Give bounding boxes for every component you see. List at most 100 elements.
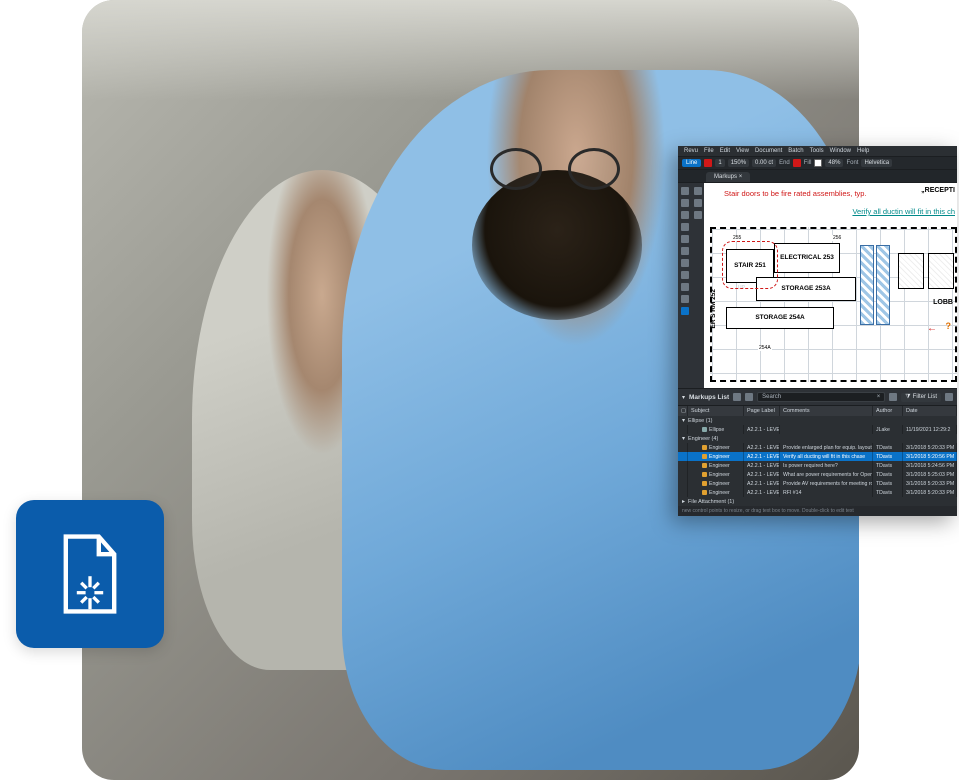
room-storage-254a: STORAGE 254A [726,307,834,329]
menu-document[interactable]: Document [755,148,782,154]
col-page[interactable]: Page Label [744,406,780,416]
menu-bar: Revu File Edit View Document Batch Tools… [678,146,957,157]
group-engineer[interactable]: ▾ Engineer (4) [678,434,957,443]
menu-view[interactable]: View [736,148,749,154]
panel-attach-icon[interactable] [733,393,741,401]
panel-export-icon[interactable] [945,393,953,401]
panel-hint-text: new control points to resize, or drag te… [678,506,957,516]
rail-studio-icon[interactable] [681,283,689,291]
dim-254a: 254A [758,345,772,351]
document-tabs: Markups × [678,170,957,183]
menu-window[interactable]: Window [830,148,851,154]
font-size[interactable]: 48% [825,159,843,167]
menu-file[interactable]: File [704,148,714,154]
group-ellipse[interactable]: ▾ Ellipse (1) [678,416,957,425]
tool-dropdown[interactable]: Line [682,159,701,167]
rail-bookmarks-icon[interactable] [681,199,689,207]
rail2-c-icon[interactable] [694,211,702,219]
line-width[interactable]: 1 [715,159,724,167]
room-label-reception: „RECEPTI [921,187,955,194]
app-window: Revu File Edit View Document Batch Tools… [678,146,957,516]
rail-links-icon[interactable] [681,271,689,279]
menu-help[interactable]: Help [857,148,869,154]
equipment-box-2 [928,253,954,289]
caret-icon: ▾ [682,435,685,442]
col-select[interactable]: ▢ [678,406,688,416]
filter-list-button[interactable]: ⧩ Filter List [901,393,941,402]
rail-thumbnails-icon[interactable] [681,187,689,195]
left-rail-secondary [692,183,704,388]
rail-markups-icon[interactable] [681,307,689,315]
engineer-icon [702,472,707,477]
menu-edit[interactable]: Edit [720,148,730,154]
end-label: End [779,160,790,166]
clear-search-icon[interactable]: × [877,394,881,400]
menu-batch[interactable]: Batch [788,148,803,154]
opacity-value[interactable]: 0.00 ct [752,159,776,167]
caret-icon: ▾ [682,417,685,424]
end-color[interactable] [793,159,801,167]
col-comments[interactable]: Comments [780,406,873,416]
group-file-attachment[interactable]: ▸ File Attachment (1) [678,497,957,506]
panel-columns-icon[interactable] [745,393,753,401]
col-date[interactable]: Date [903,406,957,416]
markups-columns: ▢ Subject Page Label Comments Author Dat… [678,406,957,416]
rail-toolchest-icon[interactable] [681,259,689,267]
zoom-level[interactable]: 150% [728,159,749,167]
markups-search[interactable]: Search × [757,392,885,402]
file-spark-icon [57,534,123,614]
tab-close-icon[interactable]: × [739,174,743,180]
table-row[interactable]: EngineerA2.2.1 - LEVE…Provide enlarged p… [678,443,957,452]
font-select[interactable]: Helvetica [861,159,892,167]
rail-measure-icon[interactable] [681,235,689,243]
font-label: Font [846,160,858,166]
rail-layers-icon[interactable] [681,211,689,219]
dim-255: 255 [732,235,742,241]
table-row[interactable]: Ellipse A2.2.1 - LEVE… JLake 11/19/2021 … [678,425,957,434]
engineer-icon [702,445,707,450]
file-processing-badge [16,500,164,648]
menu-tools[interactable]: Tools [810,148,824,154]
room-er-252: ER'S RM 252 [710,289,717,328]
duct-chase-2 [876,245,890,325]
equipment-box-1 [898,253,924,289]
engineer-icon [702,481,707,486]
duct-chase [860,245,874,325]
revision-cloud-stair[interactable] [722,241,778,289]
annotation-verify-ducting[interactable]: Verify all ductin will fit in this ch [852,207,955,216]
fill-label: Fill [804,160,812,166]
caret-right-icon: ▸ [682,498,685,505]
panel-hide-icon[interactable] [889,393,897,401]
table-row[interactable]: EngineerA2.2.1 - LEVE…Is power required … [678,461,957,470]
engineer-icon [702,454,707,459]
col-subject[interactable]: Subject [688,406,744,416]
tab-markups[interactable]: Markups × [706,172,750,182]
markups-panel: ▾ Markups List Search × ⧩ Filter List ▢ … [678,388,957,516]
rail-signatures-icon[interactable] [681,295,689,303]
annotation-stair-doors[interactable]: Stair doors to be fire rated assemblies,… [724,189,867,198]
annotation-question[interactable]: ? [946,321,952,331]
room-label-lobby: LOBB [933,299,953,306]
color-swatch-red[interactable] [704,159,712,167]
table-row[interactable]: EngineerA2.2.1 - LEVE…What are power req… [678,470,957,479]
engineer-icon [702,490,707,495]
rail-properties-icon[interactable] [681,247,689,255]
room-electrical-253: ELECTRICAL 253 [774,243,840,273]
leader-arrow-icon: ← [927,323,937,334]
rail-search-icon[interactable] [681,223,689,231]
table-row[interactable]: EngineerA2.2.1 - LEVE…Verify all ducting… [678,452,957,461]
ellipse-icon [702,427,707,432]
table-row[interactable]: EngineerA2.2.1 - LEVE…Provide AV require… [678,479,957,488]
rail2-a-icon[interactable] [694,187,702,195]
fill-color[interactable] [814,159,822,167]
caret-down-icon[interactable]: ▾ [682,394,685,401]
table-row[interactable]: EngineerA2.2.1 - LEVE…RFI #14TDavis3/1/2… [678,488,957,497]
engineer-icon [702,463,707,468]
col-author[interactable]: Author [873,406,903,416]
floor-plan: STAIR 251 UP ELECTRICAL 253 STORAGE 253A… [710,227,957,382]
menu-revu[interactable]: Revu [684,148,698,154]
left-rail [678,183,692,388]
filter-icon: ⧩ [905,394,910,401]
drawing-canvas[interactable]: Stair doors to be fire rated assemblies,… [704,183,957,388]
rail2-b-icon[interactable] [694,199,702,207]
